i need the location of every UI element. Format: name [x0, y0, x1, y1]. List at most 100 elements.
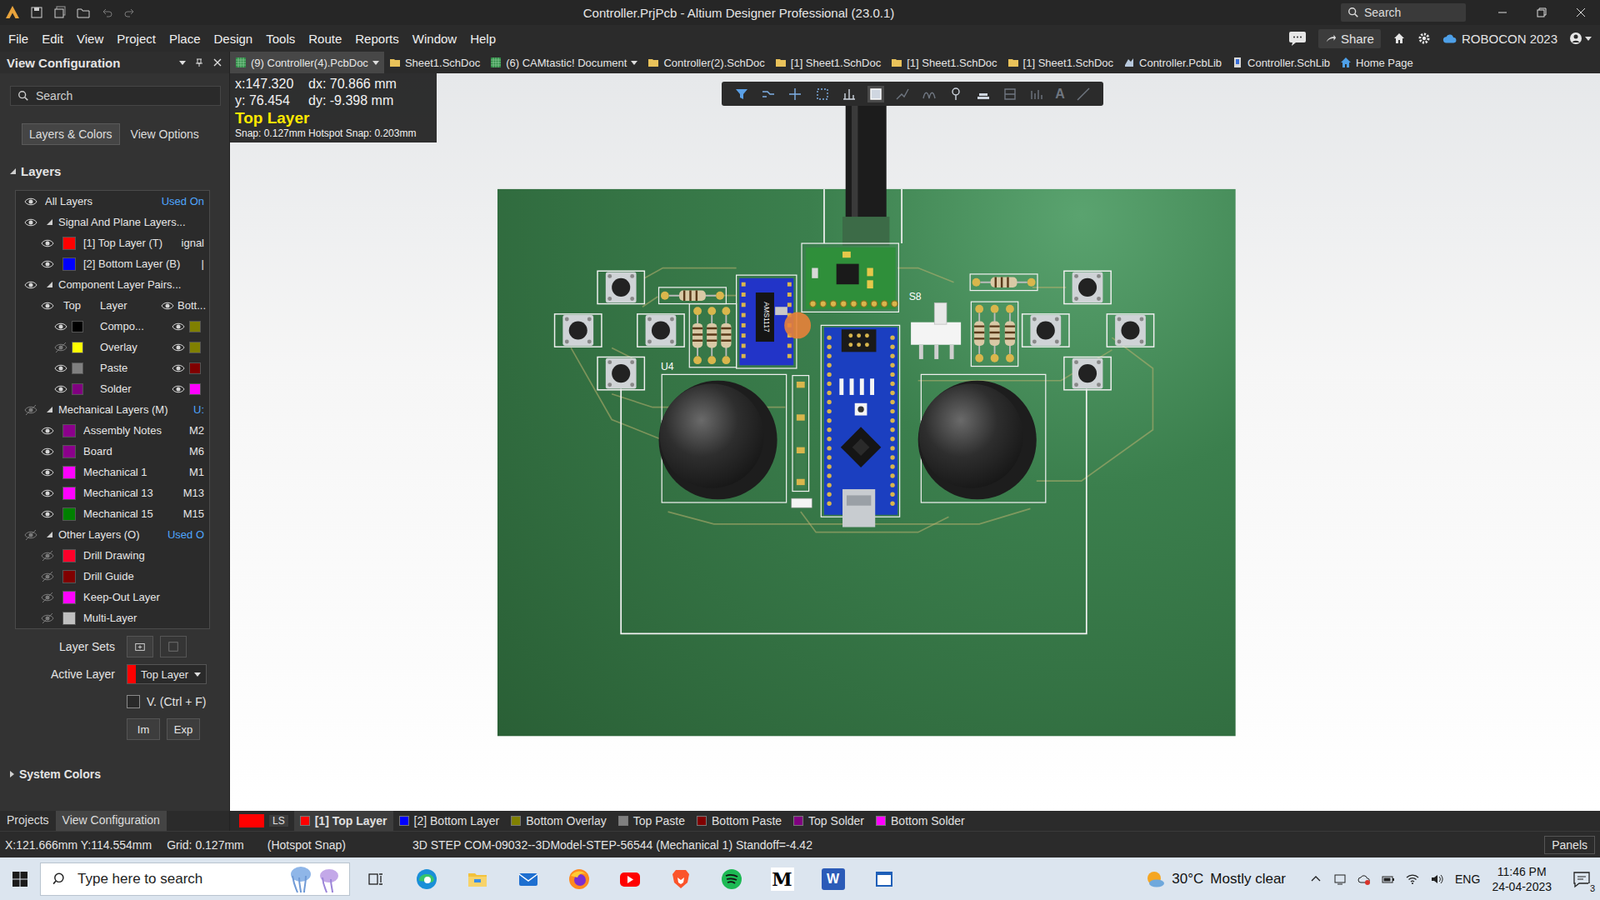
resistor[interactable] [720, 306, 731, 365]
firefox-app[interactable] [553, 857, 605, 900]
battery-icon[interactable] [1381, 872, 1395, 886]
menu-item[interactable]: Project [110, 28, 163, 50]
device-icon[interactable] [1333, 872, 1347, 886]
panels-button[interactable]: Panels [1544, 835, 1595, 855]
layer-row[interactable]: [1] Top Layer (T)ignal [15, 232, 210, 254]
minimize-button[interactable] [1482, 0, 1522, 25]
panel-menu-icon[interactable] [179, 60, 186, 65]
pushbutton[interactable] [1022, 314, 1070, 347]
save-icon[interactable] [30, 5, 44, 20]
tool-icon[interactable] [814, 85, 831, 103]
layer-row[interactable]: Drill Drawing [15, 545, 210, 566]
global-search[interactable]: Search [1340, 3, 1466, 22]
eye-icon[interactable] [24, 195, 38, 209]
layers-section-header[interactable]: Layers [10, 161, 221, 180]
layer-color-swatch[interactable] [71, 383, 84, 395]
slide-switch[interactable] [910, 302, 961, 360]
layer-row[interactable]: Signal And Plane Layers... [15, 211, 210, 233]
eye-icon[interactable] [40, 236, 55, 250]
eye-icon[interactable] [160, 299, 175, 313]
layer-color-swatch[interactable] [62, 445, 76, 459]
document-tab[interactable]: Controller.SchLib [1226, 51, 1335, 74]
eye-icon[interactable] [171, 382, 185, 396]
hidden-eye-icon[interactable] [24, 403, 38, 417]
file-explorer-app[interactable] [451, 857, 503, 900]
layer-tab[interactable]: [1] Top Layer [294, 810, 394, 831]
menu-item[interactable]: View [70, 28, 110, 50]
resistor[interactable] [989, 305, 1000, 363]
eye-icon[interactable] [40, 424, 55, 438]
layer-tab[interactable]: Bottom Paste [690, 810, 788, 831]
import-export-button[interactable]: Exp [166, 718, 200, 740]
layer-color-swatch[interactable] [189, 383, 201, 395]
tool-icon[interactable] [733, 85, 750, 103]
resistor[interactable] [706, 306, 717, 365]
menu-item[interactable]: Edit [35, 28, 70, 50]
pushbutton[interactable] [597, 270, 645, 304]
layer-row[interactable]: Drill Guide [15, 565, 210, 587]
menu-item[interactable]: File [1, 28, 35, 50]
layer-tab[interactable]: Top Paste [612, 810, 691, 831]
hidden-eye-icon[interactable] [24, 528, 38, 542]
eye-icon[interactable] [40, 507, 55, 521]
eye-icon[interactable] [171, 361, 185, 375]
panel-tab[interactable]: Layers & Colors [21, 123, 120, 145]
layer-color-swatch[interactable] [62, 590, 76, 605]
hidden-eye-icon[interactable] [40, 611, 55, 625]
chat-icon[interactable] [1288, 30, 1307, 46]
tool-icon[interactable] [894, 85, 911, 103]
volume-icon[interactable] [1430, 872, 1444, 886]
resistor[interactable] [1005, 305, 1015, 363]
close-icon[interactable] [212, 57, 223, 68]
task-view-button[interactable] [350, 857, 401, 900]
text-tool-button[interactable]: A [1055, 86, 1065, 102]
menu-item[interactable]: Window [405, 28, 464, 50]
hidden-eye-icon[interactable] [40, 590, 55, 605]
layer-row[interactable]: Keep-Out Layer [15, 586, 210, 608]
layer-row[interactable]: [2] Bottom Layer (B)| [15, 253, 210, 275]
tool-icon[interactable] [975, 85, 992, 103]
layer-row[interactable]: Compo... [15, 315, 210, 337]
layer-row[interactable]: TopLayerBott... [15, 295, 210, 316]
panel-bottom-tab[interactable]: View Configuration [55, 810, 167, 831]
layer-tab[interactable]: [2] Bottom Layer [393, 810, 506, 831]
medium-app[interactable]: M [756, 857, 808, 900]
pushbutton[interactable] [1064, 356, 1111, 390]
document-tab[interactable]: Controller(2).SchDoc [642, 51, 770, 74]
mail-app[interactable] [502, 857, 554, 900]
pushbutton[interactable] [637, 314, 685, 347]
layer-color-swatch[interactable] [71, 362, 84, 375]
youtube-app[interactable] [604, 857, 655, 900]
layer-tab[interactable]: Bottom Solder [870, 810, 971, 831]
gear-icon[interactable] [1417, 31, 1431, 45]
undo-icon[interactable] [100, 5, 114, 20]
layer-color-swatch[interactable] [62, 507, 76, 521]
pushbutton[interactable] [597, 356, 645, 390]
resistor[interactable] [659, 287, 727, 305]
menu-item[interactable]: Design [207, 28, 260, 50]
layer-row[interactable]: Mechanical 13M13 [15, 482, 210, 504]
menu-item[interactable]: Route [301, 28, 349, 50]
tool-icon[interactable] [840, 85, 858, 103]
layer-row[interactable]: Overlay [15, 336, 210, 358]
pcb-board[interactable] [497, 189, 1236, 736]
cloud-sync-icon[interactable] [1357, 872, 1371, 886]
layer-row[interactable]: BoardM6 [15, 440, 210, 462]
layer-row[interactable]: Multi-Layer [15, 607, 210, 629]
layer-row[interactable]: Solder [15, 378, 210, 400]
document-tab[interactable]: (6) CAMtastic! Document [485, 51, 643, 74]
document-tab[interactable]: [1] Sheet1.SchDoc [770, 51, 886, 74]
eye-icon[interactable] [54, 320, 68, 334]
eye-icon[interactable] [171, 320, 185, 334]
panel-tab[interactable]: View Options [123, 123, 207, 145]
save-layer-set-button[interactable] [160, 635, 187, 658]
tool-icon[interactable] [867, 85, 885, 103]
tool-icon[interactable] [760, 85, 777, 103]
document-tab[interactable]: Sheet1.SchDoc [384, 51, 485, 74]
tool-icon[interactable] [1028, 85, 1045, 103]
eye-icon[interactable] [171, 340, 185, 355]
layer-color-swatch[interactable] [71, 320, 84, 333]
system-colors-section[interactable]: System Colors [10, 765, 221, 784]
save-all-icon[interactable] [53, 5, 67, 20]
home-icon[interactable] [1392, 31, 1406, 45]
